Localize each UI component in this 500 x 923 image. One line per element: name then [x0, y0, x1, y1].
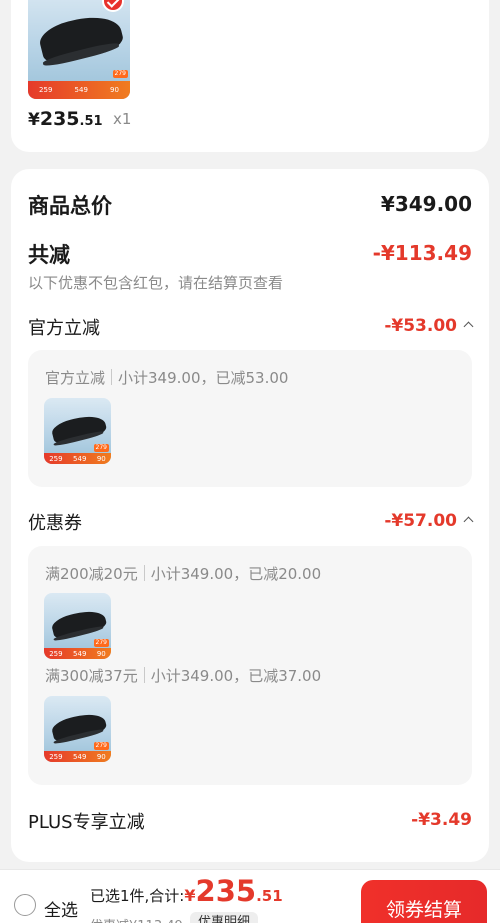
total-value: ¥349.00 [380, 192, 472, 216]
product-thumbnail: 279 259 549 90 [44, 593, 111, 659]
item-price: ¥235.51 [28, 108, 103, 130]
official-discount-toggle[interactable]: -¥53.00 [384, 316, 474, 336]
plus-discount-label: PLUS专享立减 [28, 812, 145, 833]
selected-check-icon[interactable] [102, 0, 124, 12]
coupon-value: -¥57.00 [384, 511, 457, 531]
discount-line: 满200减20元 小计349.00，已减20.00 [45, 563, 321, 584]
selected-summary: 已选1件,合计:¥235.51 [90, 874, 283, 913]
discount-line-detail: 小计349.00，已减37.00 [150, 667, 322, 685]
selected-count-text: 已选1件,合计: [90, 887, 185, 905]
product-thumbnail[interactable]: 279 259 549 90 [28, 0, 130, 99]
chevron-up-icon [463, 516, 474, 527]
official-discount-panel: 官方立减 小计349.00，已减53.00 279 259 549 90 [28, 350, 472, 487]
item-price-symbol: ¥ [28, 110, 40, 130]
divider [111, 369, 113, 385]
promo-bar-value: 549 [74, 85, 88, 94]
discount-detail-button[interactable]: 优惠明细 [190, 912, 259, 923]
promo-bar: 259 549 90 [44, 751, 111, 762]
plus-discount-value: -¥3.49 [411, 810, 472, 830]
promo-bar-value: 549 [73, 649, 87, 658]
discount-line-name: 满200减20元 [45, 565, 138, 583]
product-thumbnail: 279 259 549 90 [44, 696, 111, 762]
select-all-label[interactable]: 全选 [44, 896, 78, 921]
official-discount-value: -¥53.00 [384, 316, 457, 336]
discount-line-detail: 小计349.00，已减20.00 [150, 565, 322, 583]
total-int: 235 [195, 874, 257, 908]
promo-bar-value: 549 [73, 752, 87, 761]
discount-subtext: 优惠减¥113.49 [90, 915, 183, 923]
discount-line-detail: 小计349.00，已减53.00 [118, 369, 289, 387]
discount-note: 以下优惠不包含红包，请在结算页查看 [28, 274, 284, 292]
promo-bar-value: 259 [39, 85, 53, 94]
coupon-label: 优惠券 [28, 513, 82, 534]
official-discount-label: 官方立减 [28, 318, 100, 339]
promo-bar-value: 90 [110, 85, 119, 94]
price-tag: 279 [112, 69, 128, 79]
item-price-dec: .51 [79, 114, 103, 129]
cart-item-card: 279 259 549 90 ¥235.51 x1 [11, 0, 489, 152]
promo-bar: 259 549 90 [44, 648, 111, 659]
item-quantity: x1 [113, 110, 132, 128]
promo-bar-value: 259 [49, 454, 63, 463]
item-price-int: 235 [39, 108, 80, 130]
price-tag: 279 [93, 638, 109, 648]
promo-bar: 259 549 90 [28, 80, 130, 99]
discount-line: 官方立减 小计349.00，已减53.00 [45, 367, 288, 388]
chevron-up-icon [463, 321, 474, 332]
product-thumbnail: 279 259 549 90 [44, 398, 111, 464]
total-label: 商品总价 [28, 194, 112, 218]
price-tag: 279 [93, 741, 109, 751]
promo-bar-value: 90 [96, 454, 106, 463]
select-all-radio[interactable] [14, 894, 36, 916]
promo-bar: 259 549 90 [44, 453, 111, 464]
divider [143, 667, 145, 683]
promo-bar-value: 90 [96, 752, 106, 761]
discount-label: 共减 [28, 243, 70, 267]
checkout-bar: 全选 已选1件,合计:¥235.51 优惠减¥113.49 优惠明细 领券结算 [0, 869, 500, 923]
price-tag: 279 [93, 443, 109, 453]
checkout-button[interactable]: 领券结算 [361, 880, 487, 923]
promo-bar-value: 549 [73, 454, 87, 463]
discount-line-name: 满300减37元 [45, 667, 138, 685]
total-symbol: ¥ [184, 886, 196, 905]
coupon-toggle[interactable]: -¥57.00 [384, 511, 474, 531]
discount-line: 满300减37元 小计349.00，已减37.00 [45, 665, 321, 686]
discount-value: -¥113.49 [372, 241, 472, 265]
promo-bar-value: 90 [96, 649, 106, 658]
divider [143, 565, 145, 581]
discount-line-name: 官方立减 [45, 369, 106, 387]
promo-bar-value: 259 [49, 752, 63, 761]
total-dec: .51 [256, 887, 283, 905]
promo-bar-value: 259 [49, 649, 63, 658]
coupon-panel: 满200减20元 小计349.00，已减20.00 279 259 549 90 满3… [28, 546, 472, 785]
